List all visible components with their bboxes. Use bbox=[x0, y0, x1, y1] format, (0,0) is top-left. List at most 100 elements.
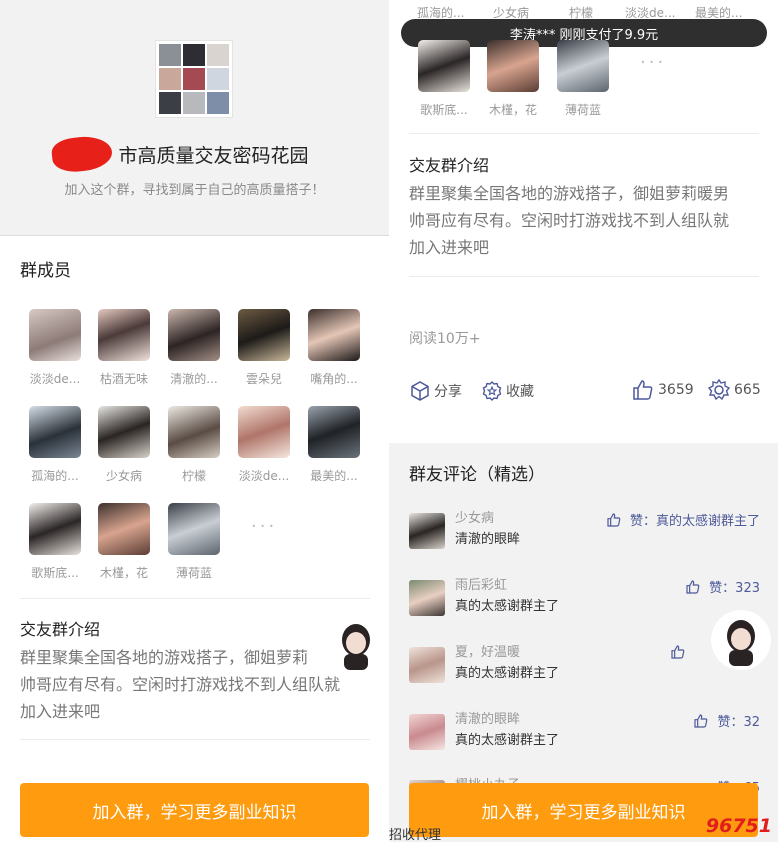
member-name: 雲朵兒 bbox=[245, 372, 282, 386]
comment-like[interactable]: 赞：32 bbox=[693, 711, 760, 730]
comment-item: 雨后彩虹 真的太感谢群主了 赞：323 bbox=[389, 574, 778, 624]
favorite-action[interactable]: 收藏 bbox=[481, 380, 534, 402]
intro-title: 交友群介绍 bbox=[409, 156, 490, 175]
intro-line: 群里聚集全国各地的游戏搭子，御姐萝莉 bbox=[20, 648, 309, 667]
member-name: 木槿，花 bbox=[488, 103, 537, 117]
share-action[interactable]: 分享 bbox=[409, 380, 462, 402]
group-header: 市高质量交友密码花园 加入这个群，寻找到属于自己的高质量搭子！ bbox=[0, 0, 389, 236]
member-name: 最美的... bbox=[310, 469, 358, 483]
member-item[interactable]: 歌斯底... bbox=[413, 40, 475, 118]
commenter-avatar bbox=[409, 647, 445, 683]
member-name: 薄荷蓝 bbox=[175, 566, 212, 580]
like-action[interactable]: 3659 bbox=[631, 378, 694, 402]
thumbs-up-icon bbox=[671, 645, 685, 659]
member-avatar bbox=[238, 406, 290, 458]
group-subtitle: 加入这个群，寻找到属于自己的高质量搭子！ bbox=[64, 183, 325, 198]
more-members-indicator[interactable]: ··· bbox=[640, 52, 666, 73]
floating-avatar-icon[interactable] bbox=[328, 614, 384, 674]
intro-line: 帅哥应有尽有。空闲时打游戏找不到人组队就 bbox=[20, 675, 341, 694]
thumbs-up-icon bbox=[686, 579, 700, 594]
member-avatar bbox=[168, 309, 220, 361]
site-watermark: 96751 bbox=[705, 815, 772, 837]
comment-like[interactable] bbox=[670, 644, 694, 660]
member-avatar bbox=[98, 309, 150, 361]
member-name: 少女病 bbox=[105, 469, 142, 483]
member-avatar bbox=[418, 40, 470, 92]
member-item[interactable]: 嘴角的... bbox=[303, 309, 365, 387]
member-item[interactable]: 清澈的... bbox=[163, 309, 225, 387]
member-avatar bbox=[487, 40, 539, 92]
comment-item: 少女病 清澈的眼眸 赞：真的太感谢群主了 bbox=[389, 507, 778, 557]
commenter-avatar bbox=[409, 513, 445, 549]
member-item[interactable]: 雲朵兒 bbox=[233, 309, 295, 387]
member-name: 淡淡de... bbox=[238, 469, 290, 483]
member-name: 柠檬 bbox=[181, 469, 206, 483]
divider bbox=[20, 598, 370, 599]
intro-title: 交友群介绍 bbox=[20, 620, 101, 639]
more-members-indicator[interactable]: ··· bbox=[251, 516, 277, 537]
girl-avatar-icon bbox=[342, 624, 370, 670]
share-count-action[interactable]: 665 bbox=[707, 378, 761, 402]
comment-like-count: 赞：323 bbox=[709, 581, 760, 596]
member-avatar bbox=[29, 406, 81, 458]
comment-item: 清澈的眼眸 真的太感谢群主了 赞：32 bbox=[389, 708, 778, 758]
member-item[interactable]: 薄荷蓝 bbox=[163, 503, 225, 581]
comment-like-count: 赞：32 bbox=[717, 715, 760, 730]
member-avatar bbox=[308, 406, 360, 458]
member-avatar bbox=[98, 406, 150, 458]
comment-text: 清澈的眼眸 bbox=[455, 532, 521, 547]
member-avatar bbox=[168, 503, 220, 555]
comment-like[interactable]: 赞：323 bbox=[685, 577, 760, 596]
member-avatar bbox=[308, 309, 360, 361]
member-avatar bbox=[557, 40, 609, 92]
member-name: 嘴角的... bbox=[310, 372, 358, 386]
share-label: 分享 bbox=[434, 384, 462, 400]
group-avatar bbox=[155, 40, 233, 118]
member-item[interactable]: 少女病 bbox=[93, 406, 155, 484]
intro-line: 帅哥应有尽有。空闲时打游戏找不到人组队就 bbox=[409, 211, 730, 230]
thumbs-up-icon bbox=[694, 713, 708, 728]
member-item[interactable]: 柠檬 bbox=[163, 406, 225, 484]
member-item[interactable]: 枯酒无味 bbox=[93, 309, 155, 387]
join-group-button[interactable]: 加入群，学习更多副业知识 bbox=[20, 783, 369, 837]
cube-share-icon bbox=[411, 381, 429, 401]
read-count: 阅读10万+ bbox=[409, 331, 481, 347]
gear-share-icon bbox=[707, 378, 731, 401]
agent-recruit-link[interactable]: 招收代理 bbox=[389, 824, 441, 842]
favorite-label: 收藏 bbox=[506, 384, 534, 400]
group-title: 市高质量交友密码花园 bbox=[118, 145, 309, 167]
member-item[interactable]: 薄荷蓝 bbox=[552, 40, 614, 118]
comment-text: 真的太感谢群主了 bbox=[455, 599, 560, 614]
member-item[interactable]: 淡淡de... bbox=[233, 406, 295, 484]
member-item[interactable]: 木槿，花 bbox=[93, 503, 155, 581]
comment-like[interactable]: 赞：真的太感谢群主了 bbox=[606, 510, 760, 529]
member-name: 清澈的... bbox=[170, 372, 218, 386]
member-name: 枯酒无味 bbox=[99, 372, 148, 386]
thumbs-up-icon bbox=[607, 512, 621, 527]
comment-like-count: 赞：真的太感谢群主了 bbox=[629, 514, 760, 529]
intro-line: 加入进来吧 bbox=[20, 702, 101, 721]
left-screen: 市高质量交友密码花园 加入这个群，寻找到属于自己的高质量搭子！ 群成员 淡淡de… bbox=[0, 0, 389, 842]
commenter-name: 清澈的眼眸 bbox=[455, 712, 521, 727]
member-name: 孤海的... bbox=[31, 469, 79, 483]
intro-text: 群里聚集全国各地的游戏搭子，御姐萝莉暖男 帅哥应有尽有。空闲时打游戏找不到人组队… bbox=[409, 180, 769, 261]
member-item[interactable]: 孤海的... bbox=[24, 406, 86, 484]
member-item[interactable]: 歌斯底... bbox=[24, 503, 86, 581]
commenter-name: 雨后彩虹 bbox=[455, 578, 508, 593]
comment-text: 真的太感谢群主了 bbox=[455, 666, 560, 681]
comments-title: 群友评论（精选） bbox=[409, 465, 545, 485]
member-name: 薄荷蓝 bbox=[564, 103, 601, 117]
commenter-name: 少女病 bbox=[455, 511, 495, 526]
thumbs-up-icon bbox=[633, 380, 653, 400]
commenter-avatar bbox=[409, 714, 445, 750]
member-avatar bbox=[29, 503, 81, 555]
share-count: 665 bbox=[734, 382, 761, 398]
member-avatar bbox=[98, 503, 150, 555]
member-name: 歌斯底... bbox=[420, 103, 468, 117]
floating-avatar-icon[interactable] bbox=[711, 610, 771, 670]
commenter-name: 夏，好温暖 bbox=[455, 645, 521, 660]
member-item[interactable]: 木槿，花 bbox=[482, 40, 544, 118]
member-item[interactable]: 最美的... bbox=[303, 406, 365, 484]
member-item[interactable]: 淡淡de... bbox=[24, 309, 86, 387]
commenter-avatar bbox=[409, 580, 445, 616]
